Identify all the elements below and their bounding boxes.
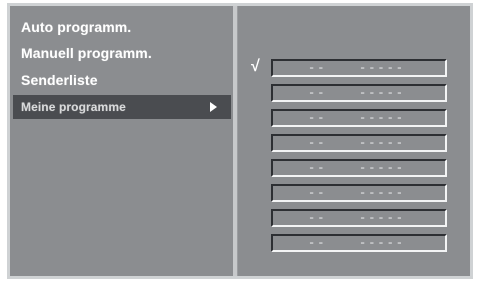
osd-menu: Auto programm. Manuell programm. Senderl… [7, 3, 473, 279]
slot-number: -- [308, 136, 327, 150]
panel-divider [233, 6, 238, 276]
favorite-slot[interactable]: -- ----- [271, 159, 447, 177]
slot-name: ----- [359, 111, 406, 125]
slot-number: -- [308, 211, 327, 225]
checkmark-icon: √ [251, 58, 260, 75]
favorite-slot[interactable]: -- ----- [271, 184, 447, 202]
favorite-slot[interactable]: -- ----- [271, 234, 447, 252]
slot-number: -- [308, 61, 327, 75]
favorite-slot[interactable]: -- ----- [271, 109, 447, 127]
favorite-slot[interactable]: -- ----- [271, 59, 447, 77]
slot-name: ----- [359, 186, 406, 200]
favorite-programs-panel: √ -- ----- -- ----- -- ----- -- ----- --… [240, 9, 466, 273]
favorite-slot[interactable]: -- ----- [271, 84, 447, 102]
menu-item-label: Auto programm. [21, 19, 132, 35]
menu-item-auto-programm[interactable]: Auto programm. [13, 15, 231, 39]
favorite-slot[interactable]: -- ----- [271, 134, 447, 152]
menu-item-label: Senderliste [21, 72, 98, 88]
menu-item-manuell-programm[interactable]: Manuell programm. [13, 41, 231, 65]
menu-item-senderliste[interactable]: Senderliste [13, 68, 231, 92]
favorite-slot[interactable]: -- ----- [271, 209, 447, 227]
slot-number: -- [308, 161, 327, 175]
slot-number: -- [308, 236, 327, 250]
slot-name: ----- [359, 236, 406, 250]
menu-item-label: Meine programme [21, 100, 126, 114]
slot-number: -- [308, 111, 327, 125]
slot-number: -- [308, 86, 327, 100]
slot-name: ----- [359, 61, 406, 75]
slot-name: ----- [359, 136, 406, 150]
triangle-right-icon [210, 102, 217, 112]
menu-item-label: Manuell programm. [21, 45, 152, 61]
slot-name: ----- [359, 86, 406, 100]
slot-number: -- [308, 186, 327, 200]
menu-item-meine-programme[interactable]: Meine programme [13, 95, 231, 119]
slot-name: ----- [359, 161, 406, 175]
tv-screen: Auto programm. Manuell programm. Senderl… [0, 0, 478, 282]
main-menu-panel: Auto programm. Manuell programm. Senderl… [13, 9, 231, 273]
slot-name: ----- [359, 211, 406, 225]
